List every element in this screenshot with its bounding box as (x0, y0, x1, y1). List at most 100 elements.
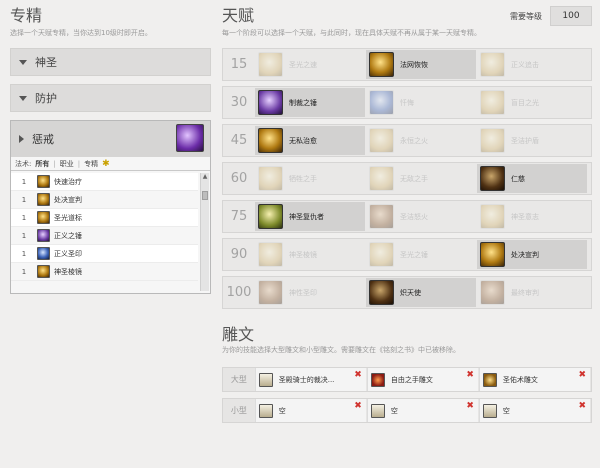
talent-cell[interactable]: 法网恢恢 (366, 50, 476, 79)
glyph-slot[interactable]: 空 ✖ (366, 399, 478, 422)
required-level-input[interactable]: 100 (550, 6, 592, 26)
talent-cell[interactable]: 神性圣印 (255, 278, 365, 307)
remove-icon[interactable]: ✖ (354, 401, 362, 411)
talent-icon (480, 166, 505, 191)
minor-glyph-label: 小型 (230, 406, 247, 415)
talent-tier-row: 15 圣光之速 法网恢恢 正义追击 (222, 48, 592, 81)
talent-icon (258, 204, 283, 229)
talent-cell[interactable]: 无私治愈 (255, 126, 365, 155)
spell-icon (37, 193, 50, 206)
filter-class[interactable]: 职业 (60, 159, 74, 169)
talent-cell[interactable]: 牺牲之手 (255, 164, 365, 193)
glyph-slot[interactable]: 空 ✖ (478, 399, 591, 422)
talent-cell[interactable]: 仁慈 (477, 164, 587, 193)
talent-name: 神性圣印 (289, 288, 317, 297)
talent-cell[interactable]: 永恒之火 (366, 126, 476, 155)
talent-icon (369, 204, 394, 229)
spell-list-scrollbar[interactable]: ▲ (200, 173, 209, 291)
glyph-slot[interactable]: 圣佑术雕文 ✖ (478, 368, 591, 391)
spell-name: 快速治疗 (54, 177, 82, 186)
glyph-slot[interactable]: 空 ✖ (254, 399, 366, 422)
spec-protection-label: 防护 (35, 92, 57, 105)
glyph-slot[interactable]: 圣殿骑士的裁决... ✖ (254, 368, 366, 391)
spec-title: 专精 (10, 6, 43, 25)
talent-name: 神圣复仇者 (289, 212, 324, 221)
glyph-icon (258, 372, 273, 387)
spell-level: 1 (21, 249, 27, 258)
talent-cell[interactable]: 神圣意志 (477, 202, 587, 231)
talent-cell[interactable]: 制裁之锤 (255, 88, 365, 117)
glyph-name: 自由之手雕文 (390, 375, 433, 384)
spell-name: 正义圣印 (54, 249, 82, 258)
glyph-name: 空 (390, 406, 398, 415)
list-item[interactable]: 1 快速治疗 (11, 173, 198, 191)
talent-cell[interactable]: 圣光之锤 (366, 240, 476, 269)
talent-icon (480, 242, 505, 267)
talent-cell[interactable]: 盲目之光 (477, 88, 587, 117)
scroll-thumb[interactable] (202, 191, 208, 200)
talent-name: 无私治愈 (289, 136, 317, 145)
tier-level: 60 (230, 171, 248, 186)
spec-protection-row[interactable]: 防护 (10, 84, 211, 112)
talent-cell[interactable]: 忏悔 (366, 88, 476, 117)
spec-retribution-label: 惩戒 (32, 133, 54, 146)
talent-icon (369, 52, 394, 77)
talent-icon (258, 90, 283, 115)
talent-cell[interactable]: 圣洁怒火 (366, 202, 476, 231)
remove-icon[interactable]: ✖ (578, 370, 586, 380)
chevron-right-icon (19, 135, 24, 143)
talent-cell[interactable]: 最终审判 (477, 278, 587, 307)
star-icon: ✱ (102, 158, 110, 169)
talent-cell[interactable]: 无敌之手 (366, 164, 476, 193)
spec-retribution-header[interactable]: 惩戒 (11, 121, 210, 157)
talent-icon (258, 128, 283, 153)
talent-tier-row: 100 神性圣印 炽天使 最终审判 (222, 276, 592, 309)
talent-cell[interactable]: 神圣复仇者 (255, 202, 365, 231)
glyph-name: 圣殿骑士的裁决... (278, 375, 335, 384)
spec-panel: 专精 选择一个天赋专精，当你达到10级时即开启。 神圣 防护 惩戒 法术: 所有… (10, 4, 211, 294)
spec-holy-row[interactable]: 神圣 (10, 48, 211, 76)
remove-icon[interactable]: ✖ (466, 370, 474, 380)
talent-cell[interactable]: 圣洁护盾 (477, 126, 587, 155)
talent-cell[interactable]: 正义追击 (477, 50, 587, 79)
scroll-up-icon[interactable]: ▲ (201, 173, 209, 181)
talent-name: 圣洁护盾 (511, 136, 539, 145)
talent-icon (369, 128, 394, 153)
talent-name: 圣光之锤 (400, 250, 428, 259)
list-item[interactable]: 1 神圣棱镜 (11, 263, 198, 281)
required-level-label: 需要等级 (510, 11, 542, 21)
tier-level: 75 (230, 209, 248, 224)
list-item[interactable]: 1 处决宣判 (11, 191, 198, 209)
remove-icon[interactable]: ✖ (466, 401, 474, 411)
glyph-name: 圣佑术雕文 (502, 375, 538, 384)
glyph-slot[interactable]: 自由之手雕文 ✖ (366, 368, 478, 391)
talent-name: 神圣棱镜 (289, 250, 317, 259)
spell-name: 圣光道标 (54, 213, 82, 222)
filter-all[interactable]: 所有 (35, 159, 49, 169)
glyph-icon (482, 403, 497, 418)
glyphs-title: 雕文 (222, 325, 255, 344)
talent-icon (258, 280, 283, 305)
tier-level: 45 (230, 133, 248, 148)
list-item[interactable]: 1 正义之锤 (11, 227, 198, 245)
tier-level: 30 (230, 95, 248, 110)
spell-level: 1 (21, 177, 27, 186)
talent-cell[interactable]: 神圣棱镜 (255, 240, 365, 269)
talent-cell[interactable]: 处决宣判 (477, 240, 587, 269)
talent-tier-row: 45 无私治愈 永恒之火 圣洁护盾 (222, 124, 592, 157)
major-glyph-row: 大型 圣殿骑士的裁决... ✖ 自由之手雕文 ✖ 圣佑术雕文 ✖ (222, 367, 592, 392)
list-item[interactable]: 1 正义圣印 (11, 245, 198, 263)
glyph-name: 空 (502, 406, 510, 415)
glyphs-subtitle: 为你的技能选择大型雕文和小型雕文。需要雕文在《铭刻之书》中已被移除。 (222, 346, 460, 354)
remove-icon[interactable]: ✖ (354, 370, 362, 380)
remove-icon[interactable]: ✖ (578, 401, 586, 411)
filter-spec[interactable]: 专精 (84, 159, 98, 169)
filter-separator: | (53, 159, 56, 168)
talent-icon (369, 280, 394, 305)
talent-cell[interactable]: 炽天使 (366, 278, 476, 307)
glyph-icon (370, 372, 385, 387)
talent-tier-row: 90 神圣棱镜 圣光之锤 处决宣判 (222, 238, 592, 271)
talent-name: 正义追击 (511, 60, 539, 69)
list-item[interactable]: 1 圣光道标 (11, 209, 198, 227)
talent-cell[interactable]: 圣光之速 (255, 50, 365, 79)
